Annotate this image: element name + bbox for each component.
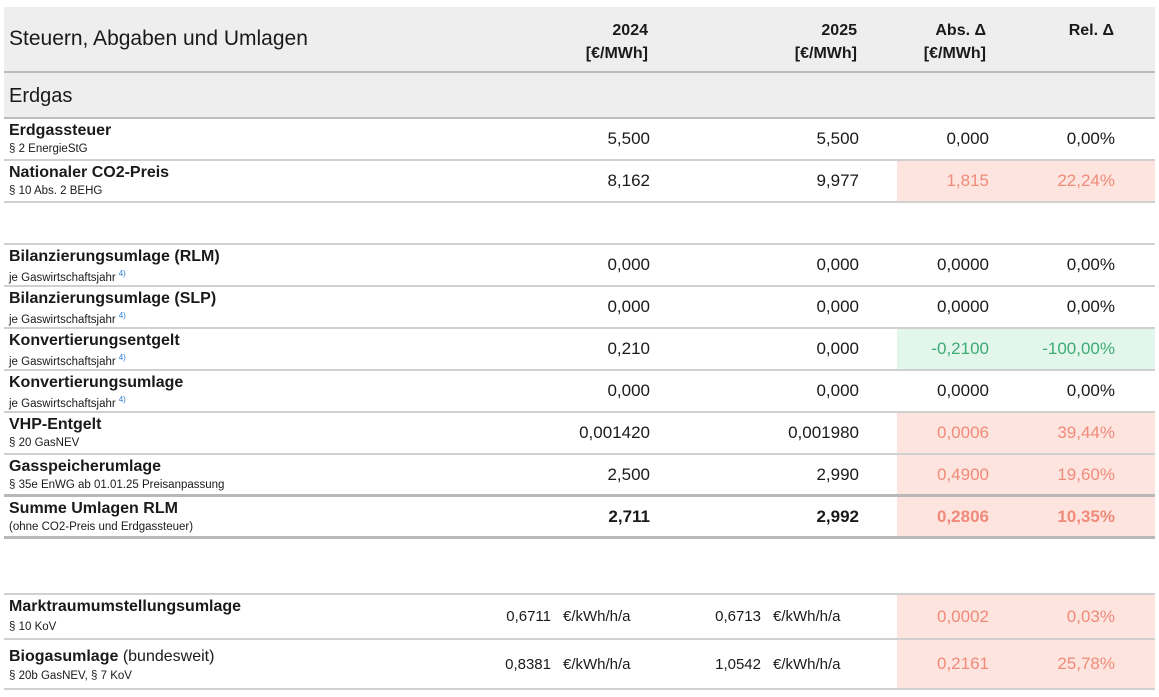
value-2024: 5,500	[607, 129, 650, 148]
value-2025: 9,977	[816, 171, 859, 190]
value-2025: 0,6713 €/kWh/h/a	[715, 608, 841, 625]
value-2024: 0,000	[607, 381, 650, 400]
col-header-2025: 2025 [€/MWh]	[794, 22, 857, 62]
section-title: Erdgas	[9, 85, 73, 107]
taxes-table: Steuern, Abgaben und Umlagen 2024 [€/MWh…	[4, 7, 1155, 690]
row-sublabel: § 10 KoV	[9, 621, 57, 633]
value-abs: 1,815	[897, 161, 1017, 201]
spacer-row	[4, 539, 1155, 595]
row-label: Summe Umlagen RLM	[9, 500, 178, 517]
value-rel: 39,44%	[1017, 413, 1155, 453]
value-rel: 0,00%	[1066, 129, 1115, 148]
value-2024: 2,500	[607, 464, 650, 484]
value-abs: 0,0000	[937, 297, 989, 316]
row-label: Bilanzierungsumlage (SLP)	[9, 290, 217, 307]
value-rel: 0,00%	[1066, 255, 1115, 274]
value-2025: 0,000	[816, 339, 859, 358]
value-rel: 22,24%	[1017, 161, 1155, 201]
table-row: Gasspeicherumlage § 35e EnWG ab 01.01.25…	[4, 455, 1155, 497]
value-abs: 0,4900	[897, 455, 1017, 494]
value-2024: 0,001420	[579, 423, 650, 442]
table-row: Bilanzierungsumlage (SLP) je Gaswirtscha…	[4, 287, 1155, 329]
row-label: Erdgassteuer	[9, 122, 112, 139]
value-abs: 0,0006	[897, 413, 1017, 453]
col-header-abs: Abs. Δ [€/MWh]	[923, 22, 986, 62]
value-rel: 0,00%	[1066, 297, 1115, 316]
value-2025: 0,000	[816, 381, 859, 400]
value-rel: 25,78%	[1017, 640, 1155, 688]
value-2025: 2,992	[816, 506, 859, 526]
row-label: Biogasumlage (bundesweit)	[9, 648, 215, 665]
row-sublabel: je Gaswirtschaftsjahr 4)	[9, 311, 126, 326]
row-sublabel: (ohne CO2-Preis und Erdgassteuer)	[9, 521, 194, 533]
value-2024: 0,6711 €/kWh/h/a	[506, 608, 631, 625]
row-label: Nationaler CO2-Preis	[9, 164, 170, 181]
value-2024: 0,8381 €/kWh/h/a	[505, 655, 631, 673]
row-label: Konvertierungsumlage	[9, 374, 184, 391]
value-abs: 0,000	[946, 129, 989, 148]
row-label: Gasspeicherumlage	[9, 458, 162, 475]
table-row-total: Summe Umlagen RLM (ohne CO2-Preis und Er…	[4, 497, 1155, 539]
value-rel: 10,35%	[1017, 497, 1155, 536]
row-sublabel: je Gaswirtschaftsjahr 4)	[9, 269, 126, 284]
row-sublabel: § 2 EnergieStG	[9, 143, 88, 155]
unit-label: €/kWh/h/a	[773, 655, 841, 673]
row-sublabel: § 20 GasNEV	[9, 437, 80, 449]
value-2025: 0,000	[816, 297, 859, 316]
value-2025: 0,000	[816, 255, 859, 274]
row-label: Marktraumumstellungsumlage	[9, 598, 242, 615]
table-row: Erdgassteuer § 2 EnergieStG 5,500 5,500 …	[4, 119, 1155, 161]
row-label: Bilanzierungsumlage (RLM)	[9, 248, 220, 265]
value-abs: 0,0000	[937, 381, 989, 400]
value-rel: 0,03%	[1017, 595, 1155, 638]
section-erdgas: Erdgas	[4, 73, 1155, 119]
table-row: VHP-Entgelt § 20 GasNEV 0,001420 0,00198…	[4, 413, 1155, 455]
value-abs: 0,0000	[937, 255, 989, 274]
footnote-marker: 4)	[118, 353, 126, 362]
row-sublabel: § 35e EnWG ab 01.01.25 Preisanpassung	[9, 479, 225, 491]
row-sublabel: § 10 Abs. 2 BEHG	[9, 185, 103, 197]
table-header: Steuern, Abgaben und Umlagen 2024 [€/MWh…	[4, 7, 1155, 73]
value-2024: 0,210	[607, 339, 650, 358]
value-2025: 1,0542 €/kWh/h/a	[715, 655, 841, 673]
value-rel: -100,00%	[1017, 329, 1155, 369]
value-2025: 5,500	[816, 129, 859, 148]
value-rel: 19,60%	[1017, 455, 1155, 494]
table-row: Konvertierungsentgelt je Gaswirtschaftsj…	[4, 329, 1155, 371]
value-2024: 2,711	[608, 506, 650, 526]
value-2025: 0,001980	[788, 423, 859, 442]
value-2024: 0,000	[607, 255, 650, 274]
value-abs: 0,2161	[897, 640, 1017, 688]
footnote-marker: 4)	[118, 269, 126, 278]
table-row: Konvertierungsumlage je Gaswirtschaftsja…	[4, 371, 1155, 413]
value-abs: -0,2100	[897, 329, 1017, 369]
unit-label: €/kWh/h/a	[773, 608, 841, 625]
footnote-marker: 4)	[118, 395, 126, 404]
table-title: Steuern, Abgaben und Umlagen	[9, 27, 308, 50]
row-label: VHP-Entgelt	[9, 416, 102, 433]
row-label: Konvertierungsentgelt	[9, 332, 180, 349]
row-sublabel: § 20b GasNEV, § 7 KoV	[9, 670, 132, 682]
footnote-marker: 4)	[118, 311, 126, 320]
row-sublabel: je Gaswirtschaftsjahr 4)	[9, 395, 126, 410]
row-sublabel: je Gaswirtschaftsjahr 4)	[9, 353, 126, 368]
value-2024: 8,162	[607, 171, 650, 190]
table-row: Marktraumumstellungsumlage § 10 KoV 0,67…	[4, 595, 1155, 640]
value-rel: 0,00%	[1066, 381, 1115, 400]
table-row: Nationaler CO2-Preis § 10 Abs. 2 BEHG 8,…	[4, 161, 1155, 203]
value-2024: 0,000	[607, 297, 650, 316]
value-abs: 0,0002	[897, 595, 1017, 638]
col-header-2024: 2024 [€/MWh]	[585, 22, 648, 62]
unit-label: €/kWh/h/a	[563, 608, 631, 625]
unit-label: €/kWh/h/a	[563, 655, 631, 673]
table-row: Bilanzierungsumlage (RLM) je Gaswirtscha…	[4, 245, 1155, 287]
col-header-rel: Rel. Δ	[1068, 22, 1114, 39]
value-abs: 0,2806	[897, 497, 1017, 536]
table-row: Biogasumlage (bundesweit) § 20b GasNEV, …	[4, 640, 1155, 690]
spacer-row	[4, 203, 1155, 245]
value-2025: 2,990	[816, 464, 859, 484]
